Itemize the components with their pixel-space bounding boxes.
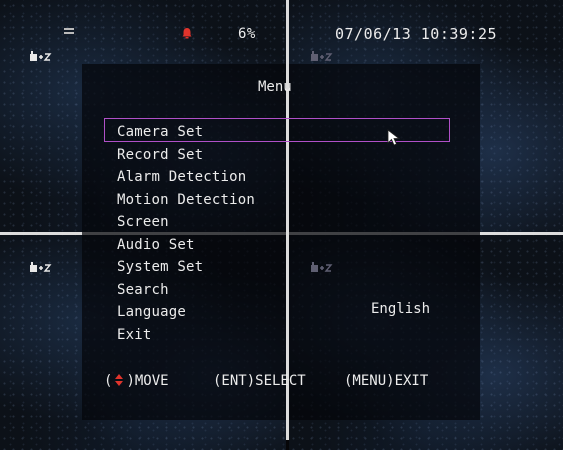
menu-item-record-set[interactable]: Record Set xyxy=(117,144,255,167)
dvr-screen: 6% 07/06/13 10:39:25 Menu Camera Set Rec… xyxy=(0,0,563,450)
record-indicator-icon xyxy=(64,28,74,38)
menu-item-motion-detection[interactable]: Motion Detection xyxy=(117,189,255,212)
menu-item-exit[interactable]: Exit xyxy=(117,324,255,347)
menu-item-language[interactable]: Language xyxy=(117,301,255,324)
alarm-bell-icon xyxy=(182,28,192,39)
footer-hints: ()MOVE (ENT)SELECT (MENU)EXIT xyxy=(104,373,428,450)
menu-item-system-set[interactable]: System Set xyxy=(117,256,255,279)
exit-hint: (MENU)EXIT xyxy=(344,373,429,389)
camera-status-icon xyxy=(311,51,333,66)
camera-status-icon xyxy=(30,262,52,277)
language-value[interactable]: English xyxy=(371,301,430,317)
menu-item-search[interactable]: Search xyxy=(117,279,255,302)
menu-item-camera-set[interactable]: Camera Set xyxy=(117,121,255,144)
datetime-display: 07/06/13 10:39:25 xyxy=(335,25,498,43)
move-hint: ()MOVE xyxy=(104,373,169,389)
camera-status-icon xyxy=(311,262,333,277)
menu-item-audio-set[interactable]: Audio Set xyxy=(117,234,255,257)
menu-list: Camera Set Record Set Alarm Detection Mo… xyxy=(117,121,255,346)
menu-title: Menu xyxy=(258,79,292,95)
camera-status-icon xyxy=(30,51,52,66)
select-hint: (ENT)SELECT xyxy=(213,373,306,389)
disk-usage-percent: 6% xyxy=(238,26,256,42)
up-down-arrows-icon xyxy=(115,374,124,386)
menu-item-screen[interactable]: Screen xyxy=(117,211,255,234)
menu-item-alarm-detection[interactable]: Alarm Detection xyxy=(117,166,255,189)
mouse-pointer-icon xyxy=(387,129,401,146)
